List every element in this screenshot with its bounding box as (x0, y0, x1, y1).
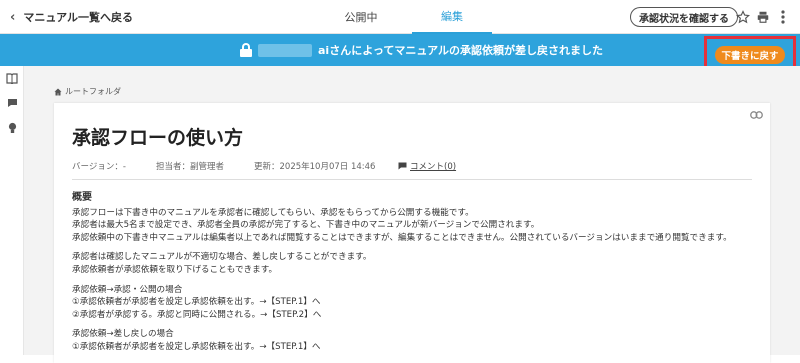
document-card: 承認フローの使い方 バージョン：- 担当者：副管理者 更新：2025年10月07… (54, 103, 770, 363)
body-line: 承認フローは下書き中のマニュアルを承認者に確認してもらい、承認をもらってから公開… (72, 207, 474, 218)
body-line: ②承認者が承認する。承認と同時に公開される。→【STEP.2】へ (72, 309, 322, 320)
rejection-banner: aiさんによってマニュアルの承認依頼が差し戻されました (0, 34, 800, 66)
breadcrumb[interactable]: ルートフォルダ (54, 86, 121, 97)
updated-label: 更新：2025年10月07日 14:46 (254, 162, 376, 172)
lightbulb-icon[interactable] (6, 122, 18, 134)
top-bar: ‹ マニュアル一覧へ戻る 公開中 編集 承認状況を確認する (0, 0, 800, 34)
book-icon[interactable] (6, 72, 18, 84)
page-title: 承認フローの使い方 (72, 127, 244, 149)
left-rail (0, 66, 24, 355)
version-label: バージョン：- (72, 162, 126, 172)
owner-label: 担当者：副管理者 (156, 162, 225, 172)
lock-icon (240, 43, 252, 57)
breadcrumb-root[interactable]: ルートフォルダ (65, 86, 121, 97)
comment-link[interactable]: コメント(0) (398, 160, 456, 172)
section-heading: 概要 (72, 192, 92, 203)
check-approval-status-button[interactable]: 承認状況を確認する (630, 7, 738, 27)
home-icon (54, 88, 62, 95)
body-line: ①承認依頼者が承認者を設定し承認依頼を出す。→【STEP.1】へ (72, 297, 321, 308)
revert-to-draft-button[interactable]: 下書きに戻す (715, 46, 785, 64)
banner-text: aiさんによってマニュアルの承認依頼が差し戻されました (318, 44, 603, 57)
banner-message: aiさんによってマニュアルの承認依頼が差し戻されました (240, 34, 603, 66)
content-area: ルートフォルダ 承認フローの使い方 バージョン：- 担当者：副管理者 更新：20… (24, 66, 800, 363)
tab-bar: 公開中 編集 (318, 0, 492, 34)
print-icon[interactable] (754, 8, 772, 26)
tab-published[interactable]: 公開中 (318, 0, 404, 34)
document-body: 概要 承認フローは下書き中のマニュアルを承認者に確認してもらい、承認をもらってか… (72, 192, 762, 354)
body-line: ①承認依頼者が承認者を設定し承認依頼を出す。→【STEP.1】へ (72, 341, 321, 352)
star-icon[interactable] (734, 8, 752, 26)
back-to-list-link[interactable]: ‹ マニュアル一覧へ戻る (10, 9, 133, 25)
body-line: 承認依頼中の下書き中マニュアルは編集者以上であれば閲覧することはできますが、編集… (72, 232, 732, 243)
body-line: 承認依頼者が承認依頼を取り下げることもできます。 (72, 264, 278, 275)
chat-icon[interactable] (6, 97, 18, 109)
tab-edit[interactable]: 編集 (412, 0, 492, 34)
back-label: マニュアル一覧へ戻る (23, 11, 134, 24)
body-line: 承認依頼→差し戻しの場合 (72, 329, 174, 340)
document-meta: バージョン：- 担当者：副管理者 更新：2025年10月07日 14:46 コメ… (72, 160, 456, 172)
comment-icon (398, 162, 407, 170)
more-icon[interactable] (774, 8, 792, 26)
link-icon[interactable] (750, 109, 763, 119)
divider (72, 179, 752, 180)
redacted-username (258, 43, 312, 57)
body-line: 承認依頼→承認・公開の場合 (72, 284, 183, 295)
body-line: 承認者は最大5名まで設定でき、承認者全員の承認が完了すると、下書き中のマニュアル… (72, 220, 540, 231)
body-line: 承認者は確認したマニュアルが不適切な場合、差し戻しすることができます。 (72, 252, 372, 263)
chevron-left-icon: ‹ (10, 9, 16, 25)
